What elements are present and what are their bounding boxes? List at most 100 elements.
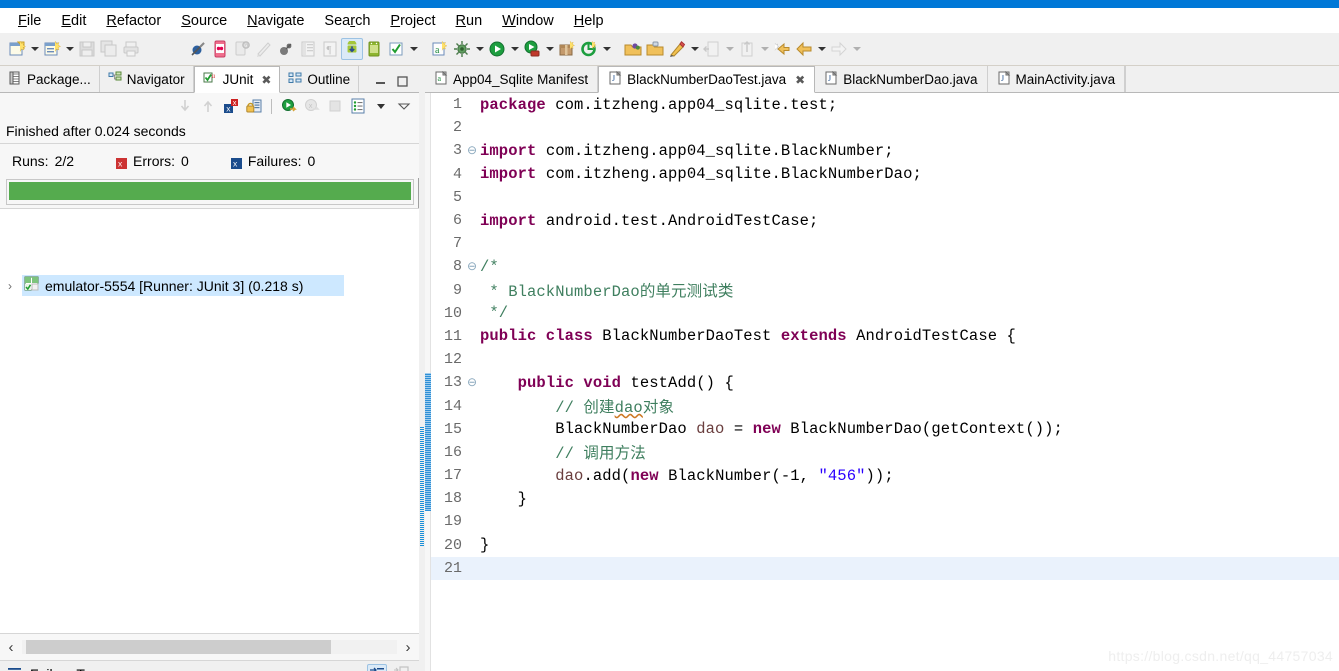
view-minimize-icon[interactable] xyxy=(394,96,414,116)
code-line[interactable]: 9 * BlackNumberDao的单元测试类 xyxy=(431,279,1339,302)
menu-item-search[interactable]: Search xyxy=(314,11,380,31)
android-emulator-icon[interactable] xyxy=(363,38,385,60)
line-number: 19 xyxy=(443,513,462,531)
run-dropdown-arrow[interactable] xyxy=(508,38,521,60)
tab-package-explorer[interactable]: Package... xyxy=(0,66,100,92)
new-dropdown-arrow[interactable] xyxy=(28,38,41,60)
menu-item-window[interactable]: Window xyxy=(492,11,564,31)
editor-tab-label: BlackNumberDao.java xyxy=(843,71,978,87)
pencil-annotate-icon[interactable] xyxy=(666,38,688,60)
back-icon[interactable] xyxy=(793,38,815,60)
debug-icon[interactable] xyxy=(451,38,473,60)
menu-item-run[interactable]: Run xyxy=(446,11,493,31)
tab-junit[interactable]: u JUnit ✖ xyxy=(193,66,281,93)
code-editor[interactable]: 1 package com.itzheng.app04_sqlite.test; 2… xyxy=(425,93,1339,671)
new-java-class-icon[interactable] xyxy=(41,38,63,60)
close-icon[interactable]: ✖ xyxy=(261,73,271,87)
junit-check-icon[interactable] xyxy=(385,38,407,60)
code-line[interactable]: 7 xyxy=(431,232,1339,255)
code-line[interactable]: 15 BlackNumberDao dao = new BlackNumberD… xyxy=(431,418,1339,441)
expand-chevron-icon[interactable]: › xyxy=(8,279,19,293)
run-lint-icon[interactable] xyxy=(275,38,297,60)
code-line[interactable]: 4 import com.itzheng.app04_sqlite.BlackNu… xyxy=(431,163,1339,186)
menu-item-navigate[interactable]: Navigate xyxy=(237,11,314,31)
code-line[interactable]: 10 */ xyxy=(431,302,1339,325)
run-as-server-icon[interactable] xyxy=(521,38,543,60)
menu-item-source[interactable]: Source xyxy=(171,11,237,31)
list-item[interactable]: › emulator-5554 [Runner: JUnit 3] (0.218… xyxy=(0,275,344,296)
code-line[interactable]: 13 public void testAdd() { xyxy=(431,371,1339,394)
line-number: 18 xyxy=(443,490,462,508)
code-line[interactable]: 5 xyxy=(431,186,1339,209)
scrollbar-track[interactable] xyxy=(22,640,397,654)
toggle-ignore-breakpoints-icon[interactable] xyxy=(187,38,209,60)
close-icon[interactable]: ✖ xyxy=(795,73,805,87)
show-failures-only-icon[interactable]: xx xyxy=(221,96,241,116)
run-icon[interactable] xyxy=(486,38,508,60)
code-text: import android.test.AndroidTestCase; xyxy=(480,211,819,230)
debug-dropdown-arrow[interactable] xyxy=(473,38,486,60)
view-menu-arrow-icon[interactable] xyxy=(371,96,391,116)
scroll-left-arrow-icon[interactable]: ‹ xyxy=(0,639,22,656)
run-as-dropdown-arrow[interactable] xyxy=(543,38,556,60)
code-line-list[interactable]: 1 package com.itzheng.app04_sqlite.test; 2… xyxy=(431,93,1339,671)
svg-text:a: a xyxy=(438,74,442,83)
code-line[interactable]: 17 dao.add(new BlackNumber(-1, "456")); xyxy=(431,464,1339,487)
code-line[interactable]: 6 import android.test.AndroidTestCase; xyxy=(431,209,1339,232)
open-type-icon[interactable] xyxy=(622,38,644,60)
code-line[interactable]: 2 xyxy=(431,116,1339,139)
editor-tab-blacknumberdao-java[interactable]: J BlackNumberDao.java xyxy=(815,66,988,92)
menu-item-project[interactable]: Project xyxy=(380,11,445,31)
new-wizard-icon[interactable] xyxy=(6,38,28,60)
code-line[interactable]: 20} xyxy=(431,534,1339,557)
editor-tab-blacknumberdaotest-java[interactable]: J BlackNumberDaoTest.java ✖ xyxy=(598,66,816,93)
maximize-icon[interactable] xyxy=(396,75,409,88)
code-line[interactable]: 16 // 调用方法 xyxy=(431,441,1339,464)
previous-edit-icon xyxy=(701,38,723,60)
new-package-icon[interactable] xyxy=(556,38,578,60)
code-line[interactable]: 11 public class BlackNumberDaoTest extend… xyxy=(431,325,1339,348)
editor-tab-app04-sqlite-manifest[interactable]: a App04_Sqlite Manifest xyxy=(425,66,599,92)
failure-trace-icon xyxy=(7,665,22,671)
code-line[interactable]: 8 /* xyxy=(431,255,1339,278)
open-resource-icon[interactable] xyxy=(644,38,666,60)
annotate-dropdown-arrow[interactable] xyxy=(688,38,701,60)
tab-navigator[interactable]: Navigator xyxy=(99,66,194,92)
menu-item-refactor[interactable]: Refactor xyxy=(96,11,171,31)
junit-test-tree[interactable]: › emulator-5554 [Runner: JUnit 3] (0.218… xyxy=(0,208,419,633)
editor-tab-mainactivity-java[interactable]: J MainActivity.java xyxy=(987,66,1126,92)
code-line[interactable]: 18 } xyxy=(431,487,1339,510)
compare-result-icon[interactable] xyxy=(367,664,387,671)
minimize-icon[interactable] xyxy=(374,75,387,88)
scrollbar-thumb[interactable] xyxy=(26,640,331,654)
svg-text:x: x xyxy=(233,100,237,108)
menu-item-file[interactable]: File xyxy=(8,11,51,31)
code-line[interactable]: 21 xyxy=(431,556,1339,580)
new-android-icon[interactable]: a xyxy=(429,38,451,60)
code-line[interactable]: 14 // 创建dao对象 xyxy=(431,394,1339,418)
tab-outline[interactable]: Outline xyxy=(280,66,360,92)
new-java-dropdown-arrow[interactable] xyxy=(63,38,76,60)
coverage-dropdown-arrow[interactable] xyxy=(600,38,613,60)
code-text: import com.itzheng.app04_sqlite.BlackNum… xyxy=(480,141,894,160)
android-import-icon[interactable] xyxy=(341,38,363,60)
android-device-monitor-icon[interactable] xyxy=(209,38,231,60)
sash-grip[interactable] xyxy=(420,426,424,546)
test-run-history-icon[interactable] xyxy=(348,96,368,116)
coverage-icon[interactable] xyxy=(578,38,600,60)
code-line[interactable]: 19 xyxy=(431,510,1339,533)
back-first-icon[interactable] xyxy=(771,38,793,60)
line-number: 13 xyxy=(443,374,462,392)
back-dropdown-arrow[interactable] xyxy=(815,38,828,60)
lock-scroll-icon[interactable] xyxy=(244,96,264,116)
code-line[interactable]: 12 xyxy=(431,348,1339,371)
junit-dropdown-arrow[interactable] xyxy=(407,38,420,60)
svg-text:J: J xyxy=(828,74,831,83)
menu-item-help[interactable]: Help xyxy=(564,11,614,31)
menu-item-edit[interactable]: Edit xyxy=(51,11,96,31)
scroll-right-arrow-icon[interactable]: › xyxy=(397,639,419,656)
code-line[interactable]: 3 import com.itzheng.app04_sqlite.BlackNu… xyxy=(431,139,1339,162)
code-line[interactable]: 1 package com.itzheng.app04_sqlite.test; xyxy=(431,93,1339,116)
horizontal-scrollbar[interactable]: ‹ › xyxy=(0,633,419,660)
rerun-test-icon[interactable] xyxy=(279,96,299,116)
